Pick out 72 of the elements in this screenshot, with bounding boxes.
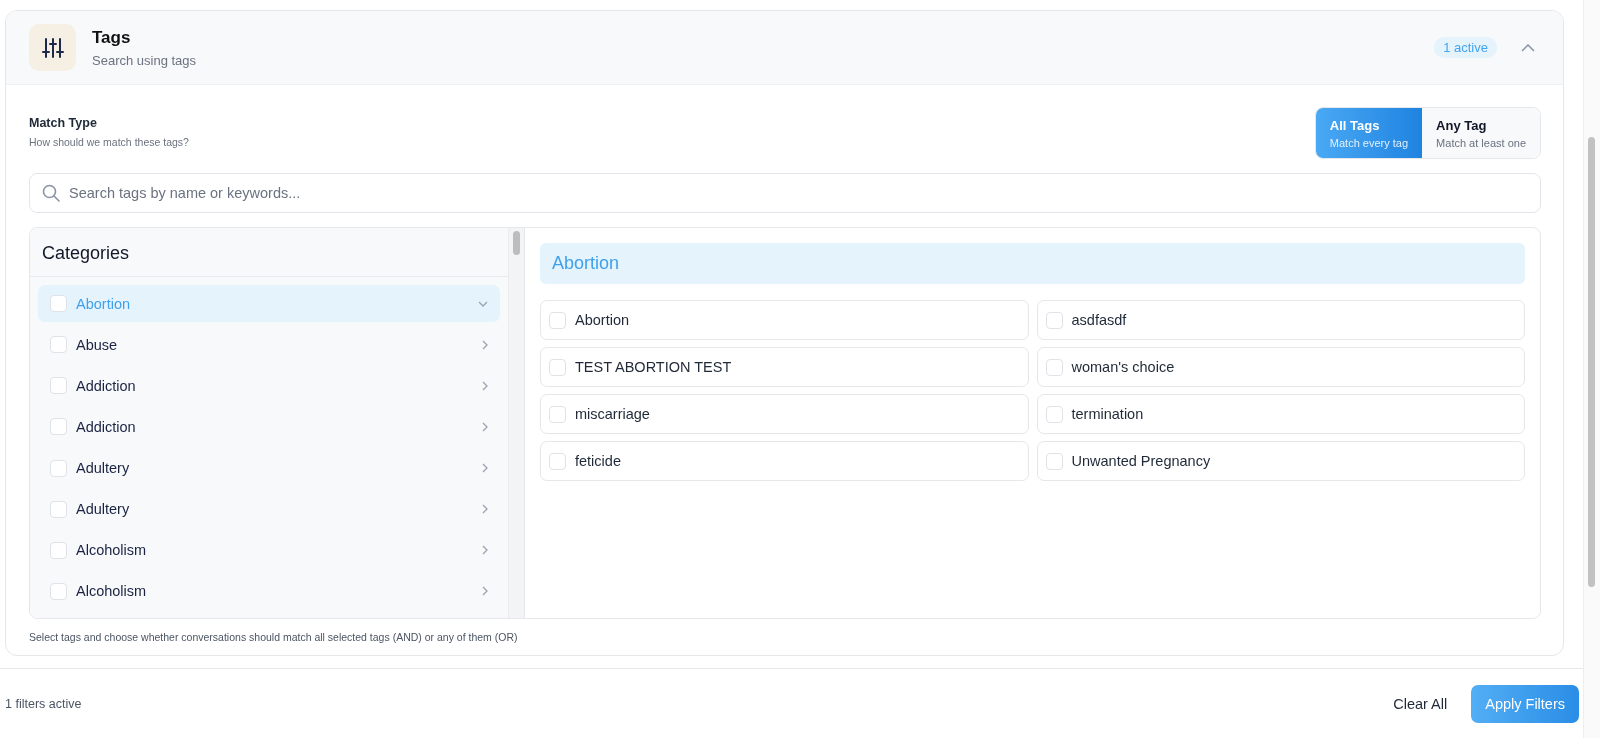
- tag-label: woman's choice: [1071, 359, 1175, 375]
- chevron-right-icon: [482, 380, 488, 391]
- tag-option[interactable]: miscarriage: [540, 394, 1029, 434]
- checkbox[interactable]: [50, 500, 67, 518]
- category-label: Adultery: [76, 501, 131, 518]
- tag-option[interactable]: Abortion: [540, 300, 1029, 340]
- tag-option[interactable]: TEST ABORTION TEST: [540, 347, 1029, 387]
- category-item[interactable]: Adultery: [38, 449, 500, 487]
- category-item[interactable]: Alcoholism: [38, 531, 500, 569]
- tag-label: feticide: [575, 453, 621, 469]
- tag-option[interactable]: Unwanted Pregnancy: [1036, 441, 1525, 481]
- tag-option[interactable]: asdfasdf: [1036, 300, 1525, 340]
- chevron-right-icon: [482, 586, 488, 597]
- category-label: Addiction: [76, 377, 137, 394]
- tag-label: miscarriage: [575, 406, 650, 422]
- scrollbar-thumb[interactable]: [513, 231, 520, 255]
- checkbox[interactable]: [50, 377, 67, 395]
- checkbox[interactable]: [1045, 452, 1063, 470]
- tag-option[interactable]: termination: [1036, 394, 1525, 434]
- category-label: Adultery: [76, 460, 131, 477]
- match-option-button[interactable]: Any Tag Match at least one: [1422, 108, 1540, 158]
- section-title: Tags: [92, 27, 132, 48]
- checkbox[interactable]: [549, 311, 566, 329]
- scrollbar-thumb[interactable]: [1588, 137, 1595, 587]
- checkbox[interactable]: [1045, 358, 1063, 376]
- tag-option[interactable]: woman's choice: [1036, 347, 1525, 387]
- category-label: Abuse: [76, 336, 119, 353]
- category-item[interactable]: Abuse: [38, 326, 500, 364]
- checkbox[interactable]: [1045, 311, 1063, 329]
- chevron-right-icon: [482, 463, 488, 474]
- tag-label: Unwanted Pregnancy: [1071, 453, 1211, 469]
- checkbox[interactable]: [50, 336, 67, 354]
- checkbox[interactable]: [50, 541, 67, 559]
- category-label: Alcoholism: [76, 583, 148, 600]
- checkbox[interactable]: [549, 405, 566, 423]
- category-item[interactable]: Addiction: [38, 367, 500, 405]
- checkbox[interactable]: [50, 418, 67, 436]
- match-type-hint: How should we match these tags?: [29, 136, 189, 148]
- help-text: Select tags and choose whether conversations should match all selected tags (AND) or any of them (OR): [29, 631, 519, 643]
- tag-label: TEST ABORTION TEST: [575, 359, 732, 375]
- category-heading: Abortion: [540, 243, 1525, 284]
- categories-heading: Categories: [30, 228, 508, 277]
- chevron-down-icon: [478, 300, 488, 307]
- category-label: Abortion: [76, 295, 131, 312]
- chevron-right-icon: [482, 339, 488, 350]
- chevron-right-icon: [482, 545, 488, 556]
- card-header[interactable]: Tags Search using tags 1 active: [6, 11, 1563, 85]
- checkbox[interactable]: [50, 459, 67, 477]
- category-item[interactable]: Alcoholism: [38, 572, 500, 610]
- checkbox[interactable]: [50, 295, 67, 313]
- category-label: Alcoholism: [76, 542, 148, 559]
- checkbox[interactable]: [1045, 405, 1063, 423]
- category-item[interactable]: Adultery: [38, 490, 500, 528]
- sliders-icon: [29, 24, 76, 71]
- checkbox[interactable]: [50, 582, 67, 600]
- tag-label: Abortion: [575, 312, 629, 328]
- checkbox[interactable]: [549, 452, 566, 470]
- tag-label: asdfasdf: [1071, 312, 1127, 328]
- search-icon: [42, 184, 60, 202]
- filters-status: 1 filters active: [5, 696, 82, 711]
- search-field[interactable]: Search tags by name or keywords...: [29, 173, 1541, 213]
- chevron-right-icon: [482, 504, 488, 515]
- category-label: Addiction: [76, 418, 137, 435]
- clear-all-button[interactable]: Clear All: [1383, 687, 1458, 720]
- checkbox[interactable]: [549, 358, 566, 376]
- tag-option[interactable]: feticide: [540, 441, 1029, 481]
- active-count-badge: 1 active: [1434, 37, 1497, 58]
- tag-label: termination: [1071, 406, 1144, 422]
- match-type-label: Match Type: [29, 116, 98, 130]
- chevron-right-icon: [482, 421, 488, 432]
- section-subtitle: Search using tags: [92, 52, 197, 68]
- category-item[interactable]: Addiction: [38, 408, 500, 446]
